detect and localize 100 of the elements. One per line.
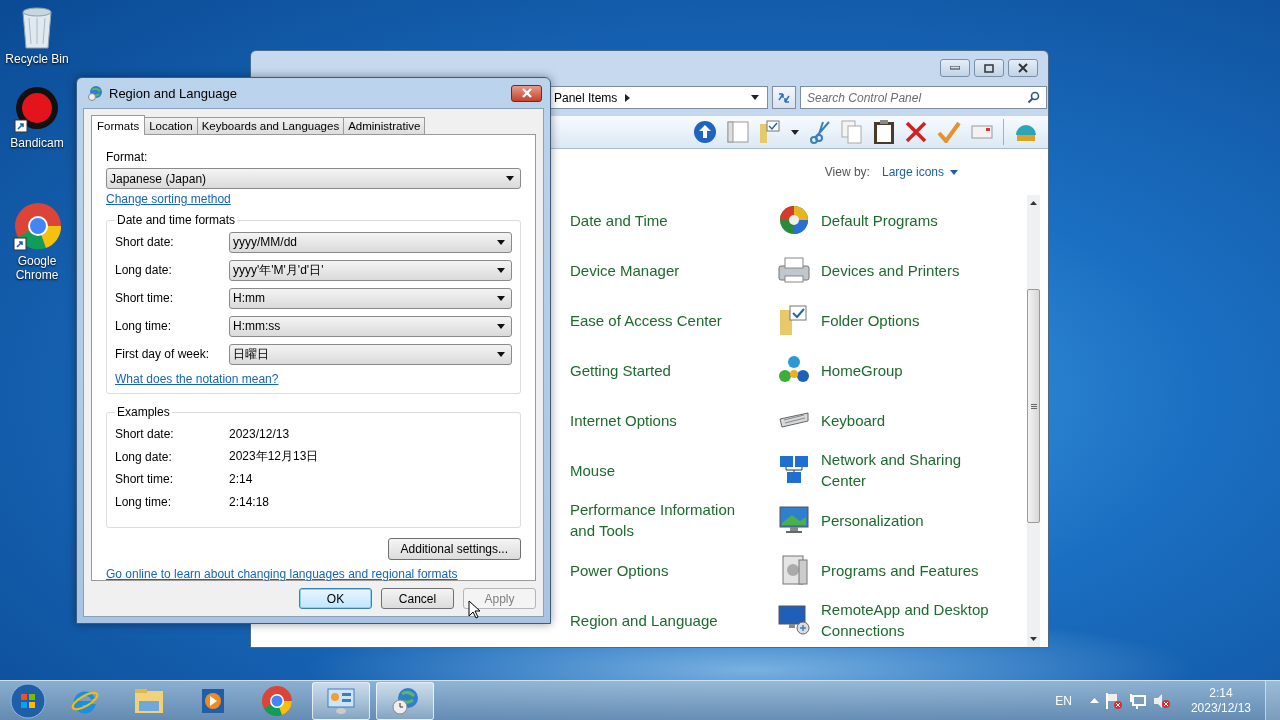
example-value: 2:14 xyxy=(229,472,253,487)
network-icon[interactable] xyxy=(777,454,811,486)
control-panel-item[interactable]: Region and Language xyxy=(570,609,718,631)
chevron-icon[interactable] xyxy=(625,93,631,102)
tab[interactable]: Keyboards and Languages xyxy=(196,117,345,134)
desktop-icon-label[interactable]: Google Chrome xyxy=(2,254,72,282)
desktop-icon-label[interactable]: Recycle Bin xyxy=(2,52,72,66)
control-panel-icon xyxy=(326,686,356,715)
group-title: Examples xyxy=(116,405,171,419)
envelope-icon[interactable] xyxy=(971,125,993,139)
view-by-label: View by: xyxy=(824,165,870,179)
control-panel-item[interactable]: Performance Information and Tools xyxy=(570,499,760,541)
example-value: 2023年12月13日 xyxy=(229,448,319,466)
record-icon[interactable] xyxy=(13,86,61,134)
caret-icon xyxy=(497,267,505,273)
address-bar[interactable]: Panel Items xyxy=(549,86,768,109)
minimize-button[interactable] xyxy=(940,59,970,77)
close-button[interactable] xyxy=(511,84,542,102)
control-panel-item[interactable]: Default Programs xyxy=(821,209,938,231)
control-panel-item[interactable]: Mouse xyxy=(570,459,616,481)
remote-desktop-icon[interactable] xyxy=(777,604,811,636)
chrome-icon xyxy=(261,684,293,717)
control-panel-item[interactable]: Device Manager xyxy=(570,259,680,281)
field-label: Long date: xyxy=(115,263,173,277)
delete-icon[interactable] xyxy=(905,121,927,143)
control-panel-item[interactable]: Date and Time xyxy=(570,209,668,231)
mouse-cursor xyxy=(468,600,480,619)
refresh-icon xyxy=(777,91,791,104)
caret-icon[interactable] xyxy=(791,129,799,135)
clipboard-icon[interactable] xyxy=(873,119,895,145)
notation-link[interactable]: What does the notation mean? xyxy=(115,371,279,387)
clock-date: 2023/12/13 xyxy=(1190,700,1251,716)
field-label: Long time: xyxy=(115,319,173,333)
scrollbar[interactable] xyxy=(1027,195,1040,647)
caret-icon xyxy=(497,323,505,329)
field-label: Short date: xyxy=(115,235,175,249)
keyboard-icon[interactable] xyxy=(777,411,811,429)
sorting-link[interactable]: Change sorting method xyxy=(106,191,231,207)
refresh-button[interactable] xyxy=(772,86,796,109)
control-panel-item[interactable]: Getting Started xyxy=(570,359,671,381)
caret-icon xyxy=(497,295,505,301)
control-panel-item[interactable]: Ease of Access Center xyxy=(570,309,722,331)
control-panel-item[interactable]: Internet Options xyxy=(570,409,677,431)
maximize-button[interactable] xyxy=(974,59,1004,77)
caret-icon xyxy=(497,351,505,357)
field-label: First day of week: xyxy=(115,347,211,361)
control-panel-item[interactable]: Folder Options xyxy=(821,309,920,331)
network-icon[interactable] xyxy=(1128,692,1147,709)
printer-icon[interactable] xyxy=(777,256,811,284)
tab[interactable]: Administrative xyxy=(343,117,426,134)
taskbar-button[interactable] xyxy=(376,681,434,720)
format-dropdown[interactable]: H:mm:ss xyxy=(229,315,512,337)
control-panel-item[interactable]: Personalization xyxy=(821,509,924,531)
scissors-icon[interactable] xyxy=(809,120,831,144)
monitor-icon[interactable] xyxy=(777,505,811,535)
dropdown-icon[interactable] xyxy=(751,95,759,100)
close-button[interactable] xyxy=(1008,59,1038,77)
example-label: Short time: xyxy=(115,472,175,487)
close-icon xyxy=(520,88,533,98)
tab[interactable]: Formats xyxy=(91,115,146,135)
control-panel-item[interactable]: Network and Sharing Center xyxy=(821,449,1006,491)
desktop-icon-label[interactable]: Bandicam xyxy=(2,136,72,150)
group-title: Date and time formats xyxy=(116,213,237,227)
folder-check-icon[interactable] xyxy=(759,120,781,144)
muted-speaker-icon[interactable] xyxy=(1152,692,1171,709)
format-dropdown[interactable]: yyyy/MM/dd xyxy=(229,231,512,253)
control-panel-item[interactable]: HomeGroup xyxy=(821,359,903,381)
scroll-down-icon[interactable] xyxy=(1030,637,1037,641)
globe-clock-icon xyxy=(390,685,420,716)
online-link[interactable]: Go online to learn about changing languages and regional formats xyxy=(106,566,458,582)
start-button[interactable] xyxy=(10,682,46,719)
format-dropdown[interactable]: 日曜日 xyxy=(229,343,512,365)
scroll-up-icon[interactable] xyxy=(1030,201,1037,205)
format-dropdown[interactable]: yyyy'年'M'月'd'日' xyxy=(229,259,512,281)
maximize-icon xyxy=(984,63,994,73)
minimize-icon xyxy=(950,66,960,70)
caret-icon xyxy=(950,169,958,175)
recycle-bin-icon[interactable] xyxy=(19,6,55,50)
search-field[interactable]: Search Control Panel xyxy=(800,86,1047,109)
dialog-button[interactable]: Cancel xyxy=(381,588,454,609)
additional-settings-button[interactable]: Additional settings... xyxy=(387,538,521,560)
example-value: 2:14:18 xyxy=(229,494,270,509)
show-hidden-icons-icon[interactable] xyxy=(1089,698,1099,703)
caret-icon xyxy=(497,239,505,245)
format-dropdown[interactable]: H:mm xyxy=(229,287,512,309)
flag-icon[interactable] xyxy=(1104,691,1123,710)
control-panel-item[interactable]: Power Options xyxy=(570,559,669,581)
format-dropdown[interactable]: Japanese (Japan) xyxy=(106,168,521,189)
control-panel-item[interactable]: Programs and Features xyxy=(821,559,979,581)
control-panel-item[interactable]: RemoteApp and Desktop Connections xyxy=(821,599,1006,641)
checkmark-icon[interactable] xyxy=(937,121,961,143)
chrome-icon[interactable] xyxy=(12,202,62,252)
format-label: Format: xyxy=(106,149,149,165)
program-icon[interactable] xyxy=(777,204,811,236)
taskbar-button[interactable] xyxy=(312,681,370,720)
view-by-dropdown[interactable]: Large icons xyxy=(881,165,958,179)
tab[interactable]: Location xyxy=(144,117,198,134)
control-panel-item[interactable]: Devices and Printers xyxy=(821,259,960,281)
dialog-button[interactable]: OK xyxy=(299,588,372,609)
control-panel-item[interactable]: Keyboard xyxy=(821,409,886,431)
